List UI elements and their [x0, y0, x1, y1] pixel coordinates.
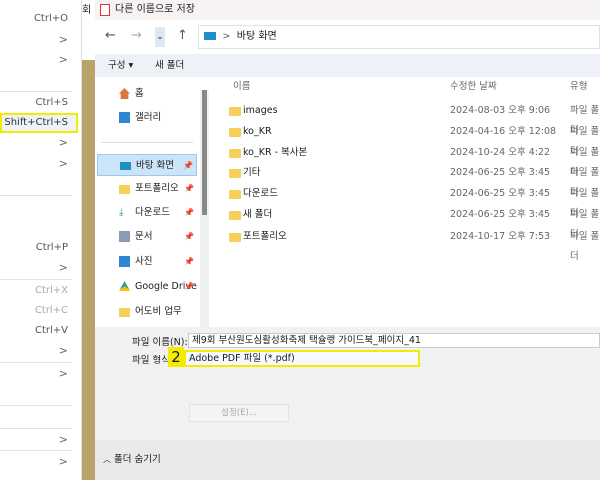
divider	[101, 142, 193, 143]
submenu-arrow[interactable]: >	[0, 364, 80, 384]
column-headers: 이름 수정한 날짜 유형	[213, 77, 600, 97]
divider	[0, 405, 72, 406]
filetype-select[interactable]: Adobe PDF 파일 (*.pdf)	[184, 350, 420, 367]
pictures-icon	[119, 256, 130, 267]
step-badge: 2	[168, 347, 184, 367]
pin-icon[interactable]: 📌	[184, 226, 194, 248]
pin-icon[interactable]: 📌	[184, 276, 194, 298]
submenu-arrow[interactable]: >	[0, 452, 80, 472]
submenu-arrow[interactable]: >	[0, 133, 80, 153]
dialog-footer: ︿ 폴더 숨기기	[95, 440, 600, 480]
nav-item-documents[interactable]: 문서 📌	[97, 226, 197, 248]
background-text: 회	[82, 0, 95, 60]
submenu-arrow[interactable]: >	[0, 50, 80, 70]
menu-item-paste[interactable]: Ctrl+V	[0, 321, 80, 341]
folder-icon	[229, 149, 241, 158]
filetype-label: 파일 형식	[132, 355, 170, 366]
file-row[interactable]: ko_KR - 복사본 2024-10-24 오후 4:22 파일 폴더	[213, 143, 600, 178]
gallery-icon	[119, 112, 130, 123]
google-drive-icon	[119, 281, 130, 291]
settings-button[interactable]: 설정(E)...	[189, 404, 289, 422]
menu-item-print[interactable]: Ctrl+P	[0, 238, 80, 258]
menu-item-open[interactable]: Ctrl+O	[0, 9, 80, 29]
divider	[0, 450, 72, 451]
home-icon	[119, 88, 130, 99]
file-row[interactable]: 기타 2024-06-25 오후 3:45 파일 폴더	[213, 163, 600, 198]
nav-item-portfolio[interactable]: 포트폴리오 📌	[97, 178, 197, 200]
address-bar[interactable]: > 바탕 화면	[198, 25, 600, 49]
desktop-icon	[120, 162, 131, 170]
folder-icon	[229, 107, 241, 116]
scrollbar-thumb[interactable]	[202, 90, 207, 215]
pin-icon[interactable]: 📌	[183, 155, 193, 177]
pin-icon[interactable]: 📌	[184, 251, 194, 273]
divider	[0, 362, 72, 363]
file-row[interactable]: 다운로드 2024-06-25 오후 3:45 파일 폴더	[213, 184, 600, 219]
folder-icon	[119, 185, 130, 194]
submenu-arrow[interactable]: >	[0, 430, 80, 450]
hide-folders-button[interactable]: 폴더 숨기기	[114, 454, 161, 465]
folder-icon	[229, 190, 241, 199]
file-row[interactable]: ko_KR 2024-04-16 오후 12:08 파일 폴더	[213, 122, 600, 157]
title-bar: 다른 이름으로 저장	[95, 0, 600, 20]
new-folder-button[interactable]: 새 폴더	[155, 54, 184, 77]
desktop-icon	[204, 32, 216, 40]
folder-icon	[229, 169, 241, 178]
pdf-icon	[100, 4, 110, 16]
filename-label: 파일 이름(N):	[132, 337, 188, 348]
breadcrumb-current[interactable]: 바탕 화면	[237, 31, 277, 42]
up-icon[interactable]: ↑	[177, 28, 188, 43]
divider	[0, 279, 72, 280]
nav-item-pictures[interactable]: 사진 📌	[97, 251, 197, 273]
nav-item-home[interactable]: 홈	[97, 83, 197, 105]
divider	[0, 428, 72, 429]
file-list: 이름 수정한 날짜 유형 images 2024-08-03 오후 9:06 파일 …	[213, 77, 600, 327]
column-header-date[interactable]: 수정한 날짜	[450, 77, 497, 97]
nav-item-desktop[interactable]: 바탕 화면 📌	[97, 154, 197, 176]
pin-icon[interactable]: 📌	[184, 178, 194, 200]
nav-scrollbar[interactable]	[200, 90, 209, 330]
column-header-type[interactable]: 유형	[570, 77, 587, 97]
filename-input[interactable]: 제9회 부산원도심활성화축제 택슐랭 가이드북_페이지_41	[188, 333, 600, 348]
menu-item-save-as[interactable]: Shift+Ctrl+S	[0, 113, 80, 133]
submenu-arrow[interactable]: >	[0, 341, 80, 361]
divider	[0, 195, 72, 196]
submenu-arrow[interactable]: >	[0, 30, 80, 50]
context-menu: Ctrl+O > > Ctrl+S Shift+Ctrl+S > > Ctrl+…	[0, 0, 82, 480]
file-row[interactable]: 새 폴더 2024-06-25 오후 3:45 파일 폴더	[213, 205, 600, 240]
navigation-pane: 홈 갤러리 바탕 화면 📌 포트폴리오 📌 ⤓ 다운로드 📌 문서 📌 사진 📌 Googl…	[95, 77, 205, 327]
nav-item-google-drive[interactable]: Google Drive 📌	[97, 276, 197, 298]
file-row[interactable]: images 2024-08-03 오후 9:06 파일 폴더	[213, 101, 600, 136]
organize-button[interactable]: 구성 ▾	[108, 54, 133, 77]
toolbar: 구성 ▾ 새 폴더	[95, 54, 600, 77]
save-as-dialog: 다른 이름으로 저장 ← → ⌄ ↑ > 바탕 화면 구성 ▾ 새 폴더 홈 갤…	[95, 0, 600, 480]
file-row[interactable]: 포트폴리오 2024-10-17 오후 7:53 파일 폴더	[213, 227, 600, 262]
menu-item-cut[interactable]: Ctrl+X	[0, 281, 80, 301]
navigation-bar: ← → ⌄ ↑ > 바탕 화면	[95, 20, 600, 54]
menu-item-save[interactable]: Ctrl+S	[0, 93, 80, 113]
folder-icon	[229, 233, 241, 242]
forward-icon[interactable]: →	[131, 28, 142, 43]
menu-item-copy[interactable]: Ctrl+C	[0, 301, 80, 321]
breadcrumb-separator: >	[222, 31, 231, 42]
folder-icon	[229, 128, 241, 137]
back-icon[interactable]: ←	[105, 28, 116, 43]
folder-icon	[119, 308, 130, 317]
document-icon	[119, 231, 130, 242]
chevron-up-icon[interactable]: ︿	[103, 455, 111, 464]
column-header-name[interactable]: 이름	[233, 77, 250, 97]
nav-item-downloads[interactable]: ⤓ 다운로드 📌	[97, 202, 197, 224]
nav-item-adobe-work[interactable]: 어도비 업무	[97, 301, 197, 323]
submenu-arrow[interactable]: >	[0, 258, 80, 278]
pin-icon[interactable]: 📌	[184, 202, 194, 224]
folder-icon	[229, 211, 241, 220]
nav-item-gallery[interactable]: 갤러리	[97, 107, 197, 129]
recent-chevron-down-icon[interactable]: ⌄	[155, 27, 165, 47]
submenu-arrow[interactable]: >	[0, 154, 80, 174]
divider	[0, 91, 72, 92]
dialog-title: 다른 이름으로 저장	[115, 4, 195, 15]
download-icon: ⤓	[119, 207, 124, 218]
